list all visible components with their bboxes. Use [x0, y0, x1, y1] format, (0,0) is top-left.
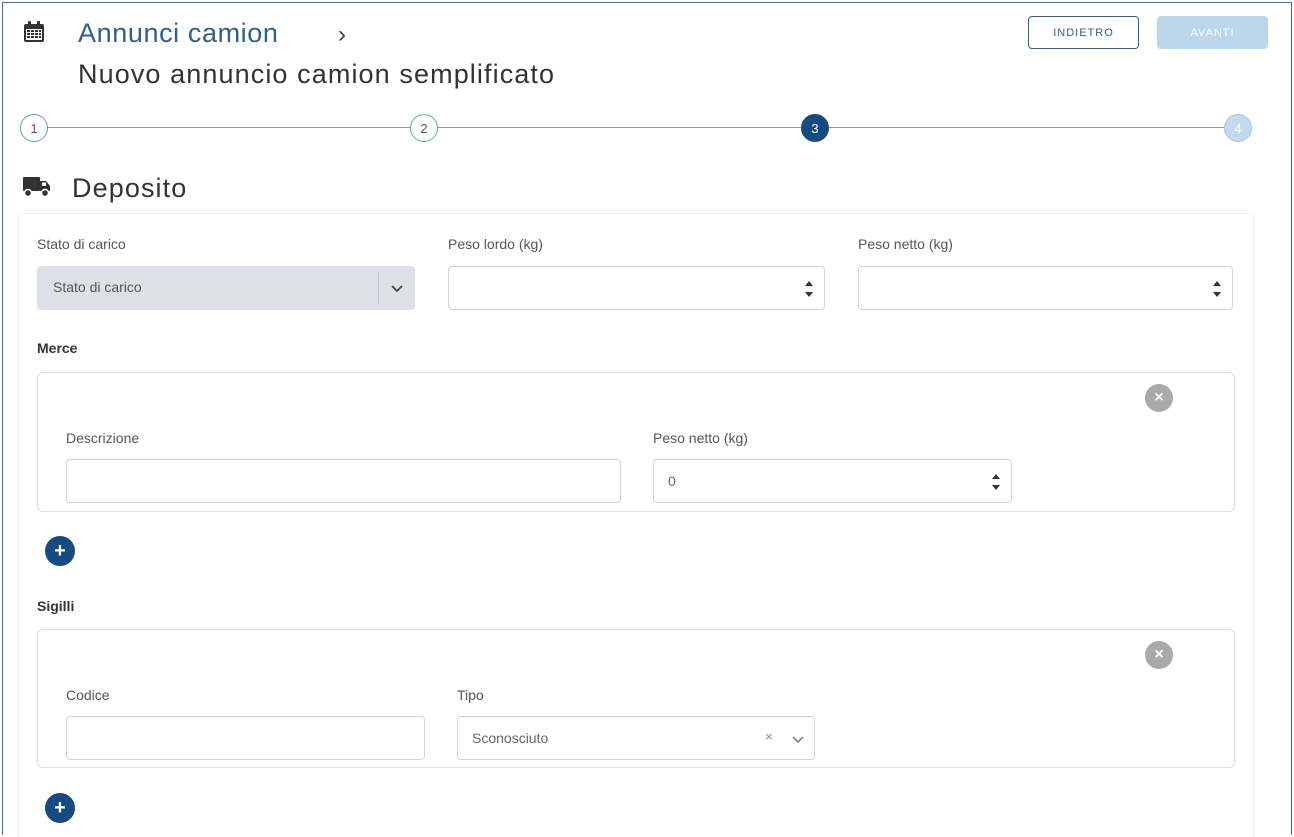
chevron-down-icon[interactable] [790, 731, 806, 747]
peso-netto-input[interactable] [858, 266, 1233, 310]
breadcrumb-link[interactable]: Annunci camion [78, 18, 279, 49]
spinner-arrows-icon[interactable] [991, 469, 1001, 495]
add-sigillo-button[interactable]: + [45, 793, 75, 823]
remove-sigillo-button[interactable]: × [1145, 641, 1173, 669]
peso-lordo-label: Peso lordo (kg) [448, 236, 543, 252]
peso-lordo-input[interactable] [448, 266, 825, 310]
merce-peso-value: 0 [668, 473, 676, 489]
sigilli-title: Sigilli [37, 598, 75, 614]
step-3[interactable]: 3 [801, 114, 829, 142]
page-title: Nuovo annuncio camion semplificato [78, 59, 556, 89]
tipo-select[interactable]: Sconosciuto [457, 716, 815, 760]
plus-icon: + [54, 797, 66, 819]
stato-select-value: Stato di carico [53, 279, 142, 295]
merce-peso-input[interactable]: 0 [653, 459, 1012, 503]
back-button[interactable]: INDIETRO [1028, 16, 1139, 49]
spinner-arrows-icon[interactable] [1212, 276, 1222, 302]
section-title: Deposito [72, 173, 188, 203]
remove-merce-button[interactable]: × [1145, 384, 1173, 412]
merce-peso-label: Peso netto (kg) [653, 430, 748, 446]
clear-icon[interactable]: × [765, 729, 773, 744]
codice-input[interactable] [66, 716, 425, 760]
descrizione-label: Descrizione [66, 430, 140, 446]
chevron-down-icon[interactable] [389, 280, 405, 296]
calendar-icon [24, 21, 44, 42]
tipo-label: Tipo [457, 687, 484, 703]
breadcrumb-separator: › [338, 21, 346, 48]
spinner-arrows-icon[interactable] [804, 276, 814, 302]
select-divider [378, 272, 379, 304]
next-button[interactable]: AVANTI [1157, 16, 1268, 49]
peso-netto-label: Peso netto (kg) [858, 236, 953, 252]
step-4[interactable]: 4 [1224, 114, 1252, 142]
truck-icon [23, 177, 50, 198]
tipo-select-value: Sconosciuto [472, 730, 549, 746]
plus-icon: + [54, 540, 66, 562]
close-icon: × [1154, 389, 1164, 406]
stepper-line [45, 127, 1230, 128]
close-icon: × [1154, 646, 1164, 663]
codice-label: Codice [66, 687, 110, 703]
add-merce-button[interactable]: + [45, 536, 75, 566]
step-1[interactable]: 1 [20, 114, 48, 142]
descrizione-input[interactable] [66, 459, 621, 503]
merce-title: Merce [37, 340, 78, 356]
stato-select[interactable]: Stato di carico [37, 266, 415, 310]
step-2[interactable]: 2 [410, 114, 438, 142]
stato-label: Stato di carico [37, 236, 126, 252]
